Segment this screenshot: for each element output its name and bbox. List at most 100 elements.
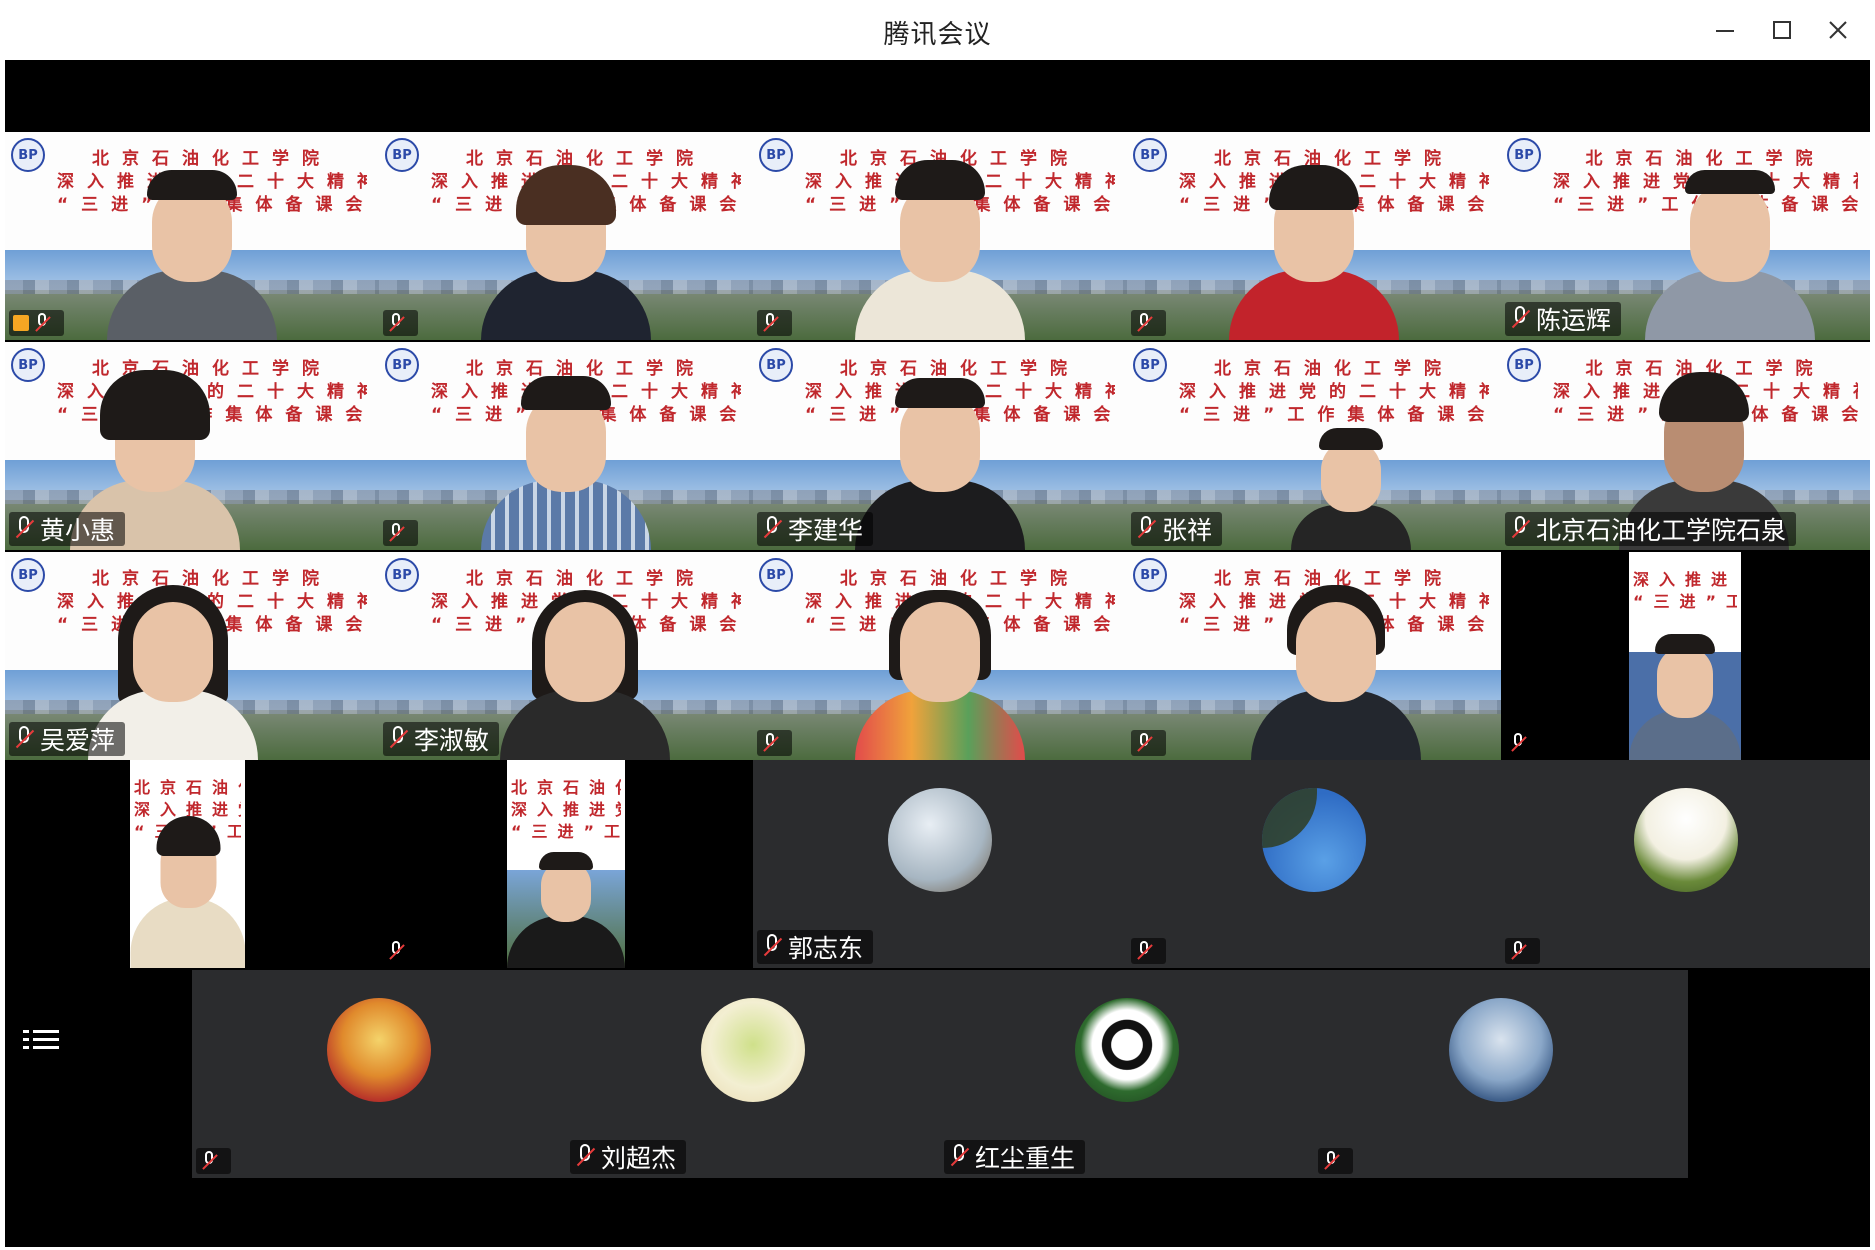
- mic-muted-icon: [1509, 732, 1527, 754]
- participant-name-tag: [9, 310, 64, 336]
- participant-tile[interactable]: BP 北京石油化工学院 深入推进党的二十大精神 “三进”工作集体备课会 张祥: [1127, 342, 1501, 550]
- participant-name-tag: [1131, 730, 1166, 756]
- participant-video: [499, 570, 670, 760]
- close-button[interactable]: [1818, 10, 1858, 50]
- school-logo-icon: BP: [1133, 138, 1167, 172]
- mic-muted-icon: [387, 725, 409, 753]
- participant-name-tag: [757, 730, 792, 756]
- participant-tile[interactable]: [1314, 970, 1688, 1178]
- school-logo-icon: BP: [759, 138, 793, 172]
- participant-name-tag: [1505, 730, 1540, 756]
- participant-tile[interactable]: BP 北京石油化工学院 深入推进党的二十大精神 “三进”工作集体备课会: [5, 132, 379, 340]
- mic-muted-icon: [387, 940, 405, 962]
- minimize-button[interactable]: [1705, 10, 1745, 50]
- participant-name: 红尘重生: [975, 1144, 1076, 1173]
- participant-name-tag: [1505, 938, 1540, 964]
- banner-line-1: 北京石油化工学院: [511, 778, 621, 797]
- participant-name: 李建华: [788, 516, 864, 545]
- school-logo-icon: BP: [1133, 348, 1167, 382]
- mic-muted-icon: [13, 515, 35, 543]
- participant-name: 郭志东: [788, 934, 864, 963]
- participant-video: [855, 570, 1025, 760]
- participant-tile[interactable]: BP 北京石油化工学院 深入推进党的二十大精神 “三进”工作集体备课会 北京石油…: [1501, 342, 1870, 550]
- participant-avatar: [701, 998, 805, 1102]
- school-logo-icon: BP: [1507, 348, 1541, 382]
- close-icon: [1829, 21, 1847, 39]
- participant-video: [855, 360, 1025, 550]
- participant-avatar: [1633, 788, 1738, 892]
- mic-muted-icon: [1135, 732, 1153, 754]
- meeting-window: 腾讯会议 BP 北京石油化工学院 深入推进党的二十大精神 “三进”工作集体备课会: [0, 0, 1875, 1250]
- mic-muted-icon: [1135, 940, 1153, 962]
- participant-name-tag: 陈运辉: [1505, 302, 1622, 336]
- participant-tile[interactable]: 红尘重生: [940, 970, 1314, 1178]
- participant-tile[interactable]: BP 北京石油化工学院 深入推进党的二十大精神 “三进”工作集体备课会 李建华: [753, 342, 1127, 550]
- participant-name: 刘超杰: [601, 1144, 677, 1173]
- participant-avatar: [1262, 788, 1366, 892]
- maximize-button[interactable]: [1762, 10, 1802, 50]
- mic-muted-icon: [761, 515, 783, 543]
- participant-tile[interactable]: 北京石油化工学院 深入推进党的二十大精神 “三进”工作集体备课会: [379, 760, 753, 968]
- school-logo-icon: BP: [759, 558, 793, 592]
- participant-name-tag: [383, 938, 418, 964]
- mic-muted-icon: [1135, 312, 1153, 334]
- banner-line-1: 北京石油化工学院: [134, 778, 241, 797]
- participant-tile[interactable]: [192, 970, 566, 1178]
- school-logo-icon: BP: [11, 138, 45, 172]
- participant-name-tag: 黄小惠: [9, 512, 126, 546]
- school-logo-icon: BP: [385, 558, 419, 592]
- participant-name: 张祥: [1162, 516, 1213, 545]
- participant-video: [507, 838, 625, 968]
- participant-tile[interactable]: BP 北京石油化工学院 深入推进党的二十大精神 “三进”工作集体备课会 黄小惠: [5, 342, 379, 550]
- participant-name-tag: [383, 310, 418, 336]
- mic-muted-icon: [574, 1143, 596, 1171]
- mic-muted-icon: [1135, 515, 1157, 543]
- banner-line-2: 深入推进党的二十大精神: [1179, 382, 1489, 402]
- participant-name-tag: 李建华: [757, 512, 874, 546]
- participant-name-tag: 吴爱萍: [9, 722, 126, 756]
- participant-tile[interactable]: BP 北京石油化工学院 深入推进党的二十大精神 “三进”工作集体备课会 陈运辉: [1501, 132, 1870, 340]
- participant-tile[interactable]: [1127, 760, 1501, 968]
- participant-name: 陈运辉: [1536, 306, 1612, 335]
- participant-tile[interactable]: 郭志东: [753, 760, 1127, 968]
- participant-tile[interactable]: 深入推进党的二十大精神 “三进”工作集体备课会: [1501, 552, 1870, 760]
- participant-name-tag: 北京石油化工学院石泉: [1505, 512, 1797, 546]
- participant-name-tag: 刘超杰: [570, 1140, 687, 1174]
- grid-layout-icon: [23, 1030, 59, 1049]
- minimize-icon: [1716, 30, 1734, 32]
- participant-tile[interactable]: [1501, 760, 1870, 968]
- title-bar[interactable]: 腾讯会议: [0, 0, 1875, 60]
- participant-tile[interactable]: BP 北京石油化工学院 深入推进党的二十大精神 “三进”工作集体备课会: [753, 132, 1127, 340]
- participant-video: [1629, 610, 1741, 760]
- mic-muted-icon: [387, 522, 405, 544]
- participant-tile[interactable]: BP 北京石油化工学院 深入推进党的二十大精神 “三进”工作集体备课会: [753, 552, 1127, 760]
- mic-muted-icon: [761, 933, 783, 961]
- participant-name-tag: [383, 520, 418, 546]
- participant-tile[interactable]: 刘超杰: [566, 970, 940, 1178]
- grid-layout-button[interactable]: [19, 1024, 65, 1056]
- participant-tile[interactable]: BP 北京石油化工学院 深入推进党的二十大精神 “三进”工作集体备课会 吴爱萍: [5, 552, 379, 760]
- mic-muted-icon: [13, 725, 35, 753]
- banner-line-3: “三进”工作集体备课会: [1633, 592, 1737, 611]
- participant-name-tag: [196, 1148, 231, 1174]
- participant-tile[interactable]: BP 北京石油化工学院 深入推进党的二十大精神 “三进”工作集体备课会: [1127, 132, 1501, 340]
- banner-line-2: 深入推进党的二十大精神: [1633, 570, 1737, 589]
- participant-tile[interactable]: 北京石油化工学院 深入推进党的二十大精神 “三进”工作集体备课会: [5, 760, 379, 968]
- mic-muted-icon: [761, 312, 779, 334]
- participant-name-tag: [757, 310, 792, 336]
- participant-tile[interactable]: BP 北京石油化工学院 深入推进党的二十大精神 “三进”工作集体备课会: [379, 132, 753, 340]
- participant-name: 吴爱萍: [40, 726, 116, 755]
- participant-tile[interactable]: BP 北京石油化工学院 深入推进党的二十大精神 “三进”工作集体备课会: [1127, 552, 1501, 760]
- window-title: 腾讯会议: [883, 20, 992, 50]
- participant-video: [130, 798, 245, 968]
- banner-line-1: 北京石油化工学院: [1214, 359, 1454, 379]
- mic-muted-icon: [948, 1143, 970, 1171]
- participant-name: 黄小惠: [40, 516, 116, 545]
- mic-muted-icon: [761, 732, 779, 754]
- participant-avatar: [327, 998, 431, 1102]
- participant-tile[interactable]: BP 北京石油化工学院 深入推进党的二十大精神 “三进”工作集体备课会 李淑敏: [379, 552, 753, 760]
- participant-video: [1644, 150, 1815, 340]
- participant-avatar: [1449, 998, 1553, 1102]
- mic-muted-icon: [1509, 940, 1527, 962]
- participant-tile[interactable]: BP 北京石油化工学院 深入推进党的二十大精神 “三进”工作集体备课会: [379, 342, 753, 550]
